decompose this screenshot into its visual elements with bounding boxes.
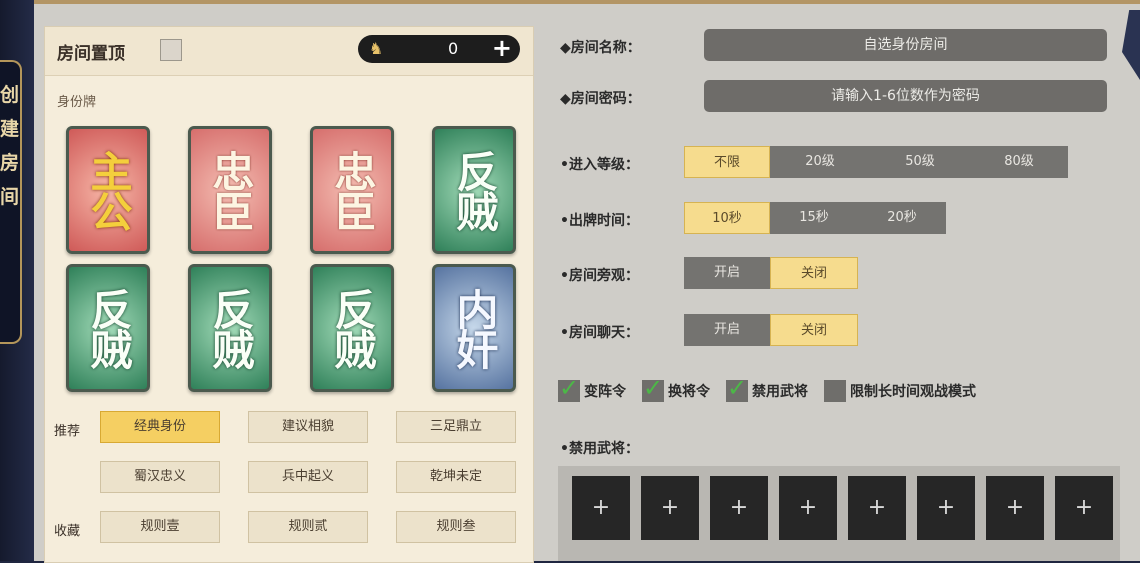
pin-room-checkbox[interactable] <box>160 39 182 61</box>
level-option[interactable]: 不限 <box>684 146 770 178</box>
limit-spectate-checkbox[interactable] <box>824 380 846 402</box>
panel-header: 房间置顶 ♞ 0 + <box>45 27 533 76</box>
role-card-text: 反贼 <box>84 288 133 368</box>
change-formation-checkbox[interactable]: ✓ <box>558 374 580 402</box>
saved-rule-button[interactable]: 规则贰 <box>248 511 368 543</box>
preset-button[interactable]: 三足鼎立 <box>396 411 516 443</box>
level-label: •进入等级： <box>560 157 639 173</box>
ban-slot-add-button[interactable]: + <box>710 476 768 540</box>
role-card-lord[interactable]: 主公 <box>66 126 150 254</box>
preset-button[interactable]: 建议相貌 <box>248 411 368 443</box>
spectate-toggle: 开启 关闭 <box>684 257 858 289</box>
preset-classic-button[interactable]: 经典身份 <box>100 411 220 443</box>
add-coin-button[interactable]: + <box>492 34 512 62</box>
room-password-input[interactable]: 请输入1-6位数作为密码 <box>704 80 1107 112</box>
ban-slot-add-button[interactable]: + <box>779 476 837 540</box>
role-card-text: 反贼 <box>328 288 377 368</box>
level-selector: 不限 20级 50级 80级 <box>684 146 1068 178</box>
coin-counter: ♞ 0 + <box>358 34 520 63</box>
check-icon: ✓ <box>727 374 748 402</box>
ban-slot-add-button[interactable]: + <box>917 476 975 540</box>
saved-rule-button[interactable]: 规则壹 <box>100 511 220 543</box>
role-card-rebel[interactable]: 反贼 <box>432 126 516 254</box>
checkbox-label: 变阵令 <box>584 384 626 400</box>
role-card-text: 忠臣 <box>328 150 377 230</box>
ban-slot-add-button[interactable]: + <box>848 476 906 540</box>
preset-button[interactable]: 乾坤未定 <box>396 461 516 493</box>
role-card-text: 内奸 <box>450 288 499 368</box>
ban-slot-add-button[interactable]: + <box>1055 476 1113 540</box>
turn-time-label: •出牌时间： <box>560 213 639 229</box>
checkbox-label: 换将令 <box>668 384 710 400</box>
saved-rule-button[interactable]: 规则叁 <box>396 511 516 543</box>
level-option[interactable]: 80级 <box>970 146 1068 178</box>
time-option[interactable]: 20秒 <box>858 202 946 234</box>
chat-toggle: 开启 关闭 <box>684 314 858 346</box>
role-card-loyal[interactable]: 忠臣 <box>188 126 272 254</box>
room-name-input[interactable]: 自选身份房间 <box>704 29 1107 61</box>
role-card-rebel[interactable]: 反贼 <box>310 264 394 392</box>
check-icon: ✓ <box>559 374 580 402</box>
role-card-rebel[interactable]: 反贼 <box>188 264 272 392</box>
time-option[interactable]: 10秒 <box>684 202 770 234</box>
spectate-off-option[interactable]: 关闭 <box>770 257 858 289</box>
ban-slot-add-button[interactable]: + <box>641 476 699 540</box>
rule-checkboxes: ✓ 变阵令 ✓ 换将令 ✓ 禁用武将 限制长时间观战模式 <box>558 374 992 406</box>
vertical-title-tab: 创建房间 <box>0 60 22 344</box>
ban-general-checkbox[interactable]: ✓ <box>726 374 748 402</box>
ban-slot-add-button[interactable]: + <box>986 476 1044 540</box>
level-option[interactable]: 50级 <box>870 146 970 178</box>
spectate-on-option[interactable]: 开启 <box>684 257 770 289</box>
chat-label: •房间聊天： <box>560 325 639 341</box>
identity-section-title: 身份牌 <box>57 95 97 110</box>
role-card-rebel[interactable]: 反贼 <box>66 264 150 392</box>
pin-room-label: 房间置顶 <box>57 44 125 64</box>
role-card-text: 反贼 <box>206 288 255 368</box>
ban-slot-add-button[interactable]: + <box>572 476 630 540</box>
collect-label: 收藏 <box>54 524 81 539</box>
recommend-label: 推荐 <box>54 424 81 439</box>
role-card-spy[interactable]: 内奸 <box>432 264 516 392</box>
role-card-text: 反贼 <box>450 150 499 230</box>
turn-time-selector: 10秒 15秒 20秒 <box>684 202 946 234</box>
check-icon: ✓ <box>643 374 664 402</box>
time-option[interactable]: 15秒 <box>770 202 858 234</box>
room-password-label: ◆房间密码： <box>560 91 641 107</box>
checkbox-label: 禁用武将 <box>752 384 808 400</box>
role-card-loyal[interactable]: 忠臣 <box>310 126 394 254</box>
coin-value: 0 <box>448 39 459 58</box>
swap-general-checkbox[interactable]: ✓ <box>642 374 664 402</box>
ban-general-label: •禁用武将： <box>560 441 639 457</box>
room-name-label: ◆房间名称： <box>560 40 641 56</box>
vertical-title: 创建房间 <box>0 84 20 208</box>
role-card-text: 忠臣 <box>206 150 255 230</box>
level-option[interactable]: 20级 <box>770 146 870 178</box>
horn-coin-icon: ♞ <box>368 39 384 58</box>
spectate-label: •房间旁观： <box>560 268 639 284</box>
role-card-text: 主公 <box>84 150 133 230</box>
chat-on-option[interactable]: 开启 <box>684 314 770 346</box>
preset-button[interactable]: 蜀汉忠义 <box>100 461 220 493</box>
checkbox-label: 限制长时间观战模式 <box>850 384 976 400</box>
preset-button[interactable]: 兵中起义 <box>248 461 368 493</box>
chat-off-option[interactable]: 关闭 <box>770 314 858 346</box>
